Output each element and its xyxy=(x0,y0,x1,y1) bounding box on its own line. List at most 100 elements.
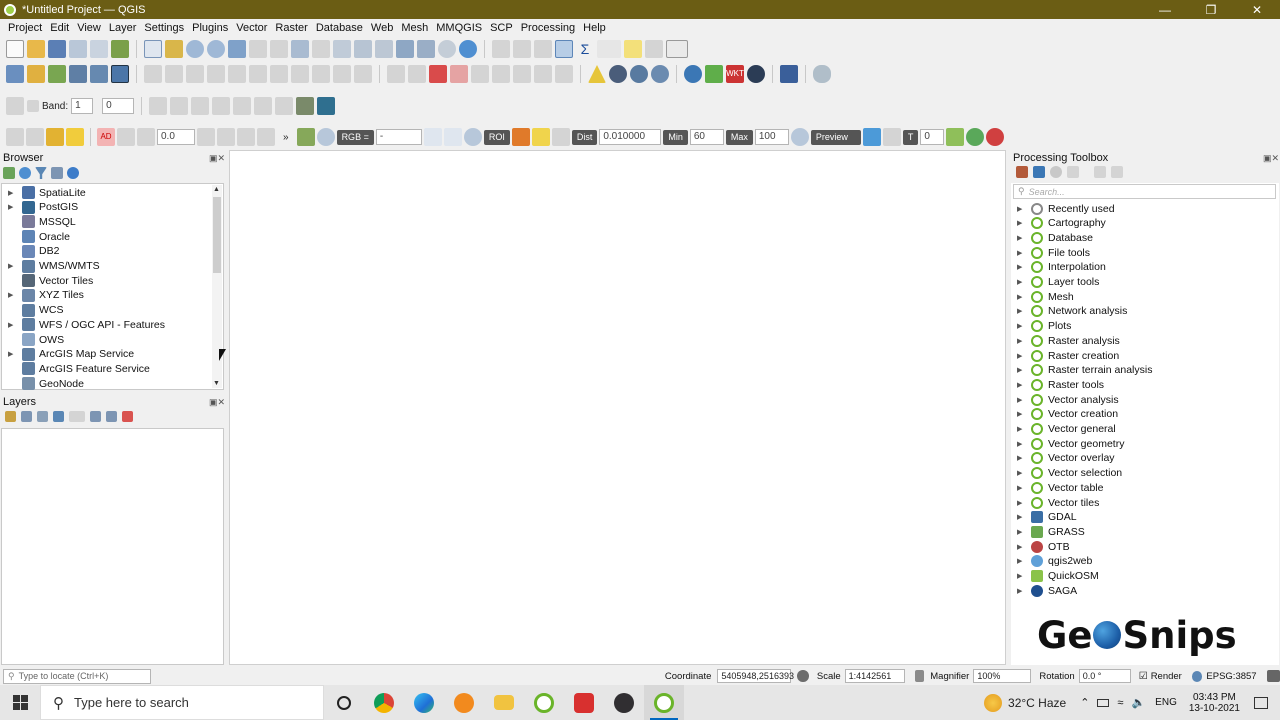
preview-button[interactable]: Preview xyxy=(810,129,861,145)
scroll-up-arrow-icon[interactable]: ▲ xyxy=(213,186,220,193)
more-chevron[interactable]: » xyxy=(283,132,289,143)
zoom-search-icon[interactable] xyxy=(966,128,985,146)
layout-manager-icon[interactable] xyxy=(90,40,108,58)
roi-pointer-icon[interactable] xyxy=(511,128,530,146)
quickmapservices-icon[interactable] xyxy=(630,65,648,83)
toggle-editing-icon[interactable] xyxy=(165,65,183,83)
crs-globe-icon[interactable] xyxy=(1191,670,1203,682)
scrollbar-thumb[interactable] xyxy=(213,197,221,273)
wifi-icon[interactable]: ≈ xyxy=(1117,697,1123,709)
toolbox-provider-item[interactable]: ▶ Raster terrain analysis xyxy=(1017,363,1152,378)
processing-toolbox-icon[interactable] xyxy=(555,40,573,58)
filter-icon[interactable] xyxy=(35,167,47,179)
scp-dock-icon[interactable] xyxy=(946,128,965,146)
maximize-button[interactable]: ❐ xyxy=(1188,0,1234,19)
scp-tool-4-icon[interactable] xyxy=(217,128,235,146)
dist-field[interactable]: 0.010000 xyxy=(599,129,662,145)
t-field[interactable]: 0 xyxy=(920,129,945,145)
menu-item-project[interactable]: Project xyxy=(4,22,46,34)
minimize-button[interactable]: — xyxy=(1142,0,1188,19)
menu-item-layer[interactable]: Layer xyxy=(105,22,141,34)
lock-scale-icon[interactable] xyxy=(914,670,925,682)
browser-item[interactable]: GeoNode xyxy=(8,376,84,391)
manage-visibility-icon[interactable] xyxy=(37,411,48,422)
raster-tool-3-icon[interactable] xyxy=(191,97,210,115)
tray-chevron-icon[interactable]: ⌃ xyxy=(1080,696,1089,709)
raster-tool-8-icon[interactable] xyxy=(296,97,315,115)
toolbox-provider-item[interactable]: ▶ Vector overlay xyxy=(1017,451,1115,466)
paste-features-icon[interactable] xyxy=(312,65,330,83)
new-map-view-icon[interactable] xyxy=(354,40,372,58)
expand-arrow-icon[interactable]: ▶ xyxy=(1017,307,1025,315)
layer-labeling-icon[interactable] xyxy=(429,65,447,83)
redo-icon[interactable] xyxy=(354,65,372,83)
expand-arrow-icon[interactable]: ▶ xyxy=(8,262,16,270)
print-layout-icon[interactable] xyxy=(69,40,87,58)
filter-expression-icon[interactable] xyxy=(69,411,85,422)
info-icon[interactable] xyxy=(67,167,79,179)
ad-button[interactable]: AD xyxy=(97,128,115,146)
rotate-label-icon[interactable] xyxy=(513,65,531,83)
statistics-sigma-icon[interactable]: Σ xyxy=(576,40,594,58)
actions-icon[interactable] xyxy=(645,40,663,58)
deselect-icon[interactable] xyxy=(26,128,44,146)
square-icon[interactable] xyxy=(27,100,39,112)
python-console-icon[interactable] xyxy=(684,65,702,83)
file-explorer-app[interactable] xyxy=(484,685,524,720)
expand-arrow-icon[interactable]: ▶ xyxy=(1017,322,1025,330)
scp-tool-3-icon[interactable] xyxy=(197,128,215,146)
expand-arrow-icon[interactable]: ▶ xyxy=(8,350,16,358)
magnifier-spinbox[interactable]: 100% xyxy=(973,669,1032,683)
select-features-icon[interactable] xyxy=(6,128,24,146)
menu-item-scp[interactable]: SCP xyxy=(486,22,517,34)
collapse-all-layers-icon[interactable] xyxy=(106,411,117,422)
scripts-icon[interactable] xyxy=(1033,166,1045,178)
expand-arrow-icon[interactable]: ▶ xyxy=(1017,352,1025,360)
layer-stack-icon[interactable] xyxy=(705,65,723,83)
options-wrench-icon[interactable] xyxy=(1111,166,1123,178)
expand-arrow-icon[interactable]: ▶ xyxy=(1017,513,1025,521)
zoom-next-icon[interactable] xyxy=(333,40,351,58)
scp-tool-1-icon[interactable] xyxy=(117,128,135,146)
browser-item[interactable]: ▶ PostGIS xyxy=(8,200,78,215)
new-virtual-layer-icon[interactable] xyxy=(111,65,129,83)
scroll-down-arrow-icon[interactable]: ▼ xyxy=(213,380,220,387)
abc-label-icon[interactable] xyxy=(450,65,468,83)
digitize-icon[interactable] xyxy=(207,65,225,83)
browser-item[interactable]: ▶ WMS/WMTS xyxy=(8,259,100,274)
expand-arrow-icon[interactable]: ▶ xyxy=(1017,425,1025,433)
panel-float-close-icon[interactable]: ▣✕ xyxy=(209,397,225,408)
coordinate-field[interactable]: 5405948,2516393 xyxy=(717,669,794,683)
expand-arrow-icon[interactable]: ▶ xyxy=(1017,205,1025,213)
new-shapefile-icon[interactable] xyxy=(48,65,66,83)
raster-tool-6-icon[interactable] xyxy=(254,97,273,115)
raster-tool-5-icon[interactable] xyxy=(233,97,252,115)
scale-combo[interactable]: 1:4142561 xyxy=(844,669,905,683)
menu-item-raster[interactable]: Raster xyxy=(271,22,311,34)
toolbox-provider-item[interactable]: ▶ Vector geometry xyxy=(1017,436,1124,451)
ok-plugin-icon[interactable] xyxy=(813,65,831,83)
help-icon[interactable] xyxy=(780,65,798,83)
toolbox-provider-item[interactable]: ▶ SAGA xyxy=(1017,583,1077,598)
qgis-app-2[interactable] xyxy=(644,685,684,720)
delete-selected-icon[interactable] xyxy=(249,65,267,83)
toolbox-provider-item[interactable]: ▶ Cartography xyxy=(1017,216,1106,231)
move-label-icon[interactable] xyxy=(492,65,510,83)
notifications-icon[interactable] xyxy=(1254,696,1268,709)
browser-item[interactable]: ArcGIS Feature Service xyxy=(8,361,150,376)
browser-item[interactable]: Oracle xyxy=(8,229,70,244)
select-by-value-icon[interactable] xyxy=(46,128,64,146)
panel-float-close-icon[interactable]: ▣✕ xyxy=(209,153,225,164)
browser-item[interactable]: ▶ SpatiaLite xyxy=(8,185,86,200)
menu-item-settings[interactable]: Settings xyxy=(140,22,188,34)
browser-item[interactable]: DB2 xyxy=(8,244,59,259)
scp-tool-5-icon[interactable] xyxy=(237,128,255,146)
zoom-native-icon[interactable] xyxy=(291,40,309,58)
browser-item[interactable]: MSSQL xyxy=(8,214,76,229)
cortana-button[interactable] xyxy=(324,685,364,720)
bookmark-icon[interactable] xyxy=(396,40,414,58)
filter-legend-icon[interactable] xyxy=(53,411,64,422)
expand-arrow-icon[interactable]: ▶ xyxy=(1017,396,1025,404)
expand-arrow-icon[interactable]: ▶ xyxy=(8,203,16,211)
raster-help-icon[interactable] xyxy=(317,97,336,115)
